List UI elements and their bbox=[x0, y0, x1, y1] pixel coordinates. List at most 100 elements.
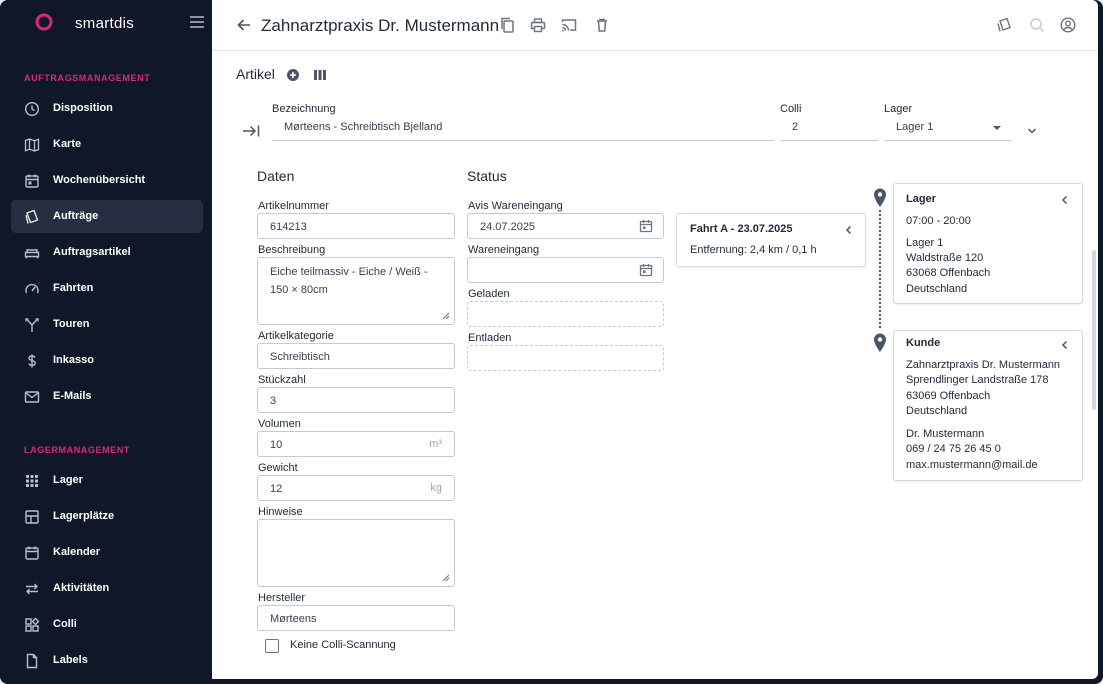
sidebar-item-inkasso[interactable]: Inkasso bbox=[11, 344, 203, 377]
gewicht-input[interactable]: 12 kg bbox=[257, 475, 455, 501]
sidebar-item-e-mails[interactable]: E-Mails bbox=[11, 380, 203, 413]
lager-name: Lager 1 bbox=[906, 237, 944, 249]
delete-icon[interactable] bbox=[594, 17, 610, 33]
bezeichnung-input[interactable]: Mørteens - Schreibtisch Bjelland bbox=[272, 117, 774, 141]
status-heading: Status bbox=[467, 168, 507, 184]
stueckzahl-label: Stückzahl bbox=[258, 374, 306, 386]
sidebar-item-label: Lagerplätze bbox=[53, 510, 115, 522]
sofa-icon bbox=[24, 249, 40, 259]
sidebar-item-label: Disposition bbox=[53, 102, 113, 114]
sidebar-item-label: Karte bbox=[53, 138, 82, 150]
sidebar-item-label: Fahrten bbox=[53, 282, 94, 294]
cast-icon[interactable] bbox=[561, 17, 577, 33]
kunde-card: Kunde Zahnarztpraxis Dr. Mustermann Spre… bbox=[893, 330, 1083, 481]
stueckzahl-input[interactable]: 3 bbox=[257, 387, 455, 413]
search-icon[interactable] bbox=[1029, 17, 1045, 33]
sidebar-item-label: E-Mails bbox=[53, 390, 92, 402]
app-window: smartdis AUFTRAGSMANAGEMENT Disposition … bbox=[0, 0, 1103, 684]
colli-input[interactable]: 2 bbox=[780, 117, 878, 141]
artikelnummer-label: Artikelnummer bbox=[258, 200, 329, 212]
colli-label: Colli bbox=[780, 103, 802, 115]
kunde-phone[interactable]: 069 / 24 75 26 45 0 bbox=[906, 442, 1001, 458]
calendar-icon[interactable] bbox=[639, 219, 653, 233]
wareneingang-label: Wareneingang bbox=[468, 244, 540, 256]
back-arrow-icon[interactable] bbox=[236, 17, 252, 33]
sidebar-item-karte[interactable]: Karte bbox=[11, 128, 203, 161]
collapse-arrow-icon[interactable] bbox=[242, 124, 260, 138]
brand: smartdis bbox=[0, 0, 212, 46]
orders-icon[interactable] bbox=[996, 17, 1012, 33]
copy-icon[interactable] bbox=[499, 17, 515, 33]
logo-icon bbox=[35, 13, 53, 31]
wareneingang-input[interactable] bbox=[467, 257, 664, 283]
sidebar-item-touren[interactable]: Touren bbox=[11, 308, 203, 341]
avis-wareneingang-value: 24.07.2025 bbox=[480, 221, 536, 233]
sidebar-item-label: Wochenübersicht bbox=[53, 174, 146, 186]
sidebar-item-lagerplaetze[interactable]: Lagerplätze bbox=[11, 500, 203, 533]
beschreibung-textarea[interactable]: Eiche teilmassiv - Eiche / Weiß - 150 × … bbox=[257, 257, 455, 325]
hersteller-input[interactable]: Mørteens bbox=[257, 605, 455, 631]
print-icon[interactable] bbox=[530, 17, 546, 33]
lager-card: Lager 07:00 - 20:00 Lager 1 Waldstraße 1… bbox=[893, 183, 1083, 304]
artikelkategorie-input[interactable]: Schreibtisch bbox=[257, 343, 455, 369]
volumen-input[interactable]: 10 m³ bbox=[257, 431, 455, 457]
beschreibung-label: Beschreibung bbox=[258, 244, 326, 256]
sidebar-item-auftragsartikel[interactable]: Auftragsartikel bbox=[11, 236, 203, 269]
geladen-field bbox=[467, 301, 664, 327]
artikelkategorie-label: Artikelkategorie bbox=[258, 330, 334, 342]
account-icon[interactable] bbox=[1060, 17, 1076, 33]
lager-label: Lager bbox=[884, 103, 913, 115]
grid-icon bbox=[26, 475, 38, 487]
map-icon bbox=[24, 138, 40, 152]
gewicht-value: 12 bbox=[270, 483, 283, 495]
columns-icon[interactable] bbox=[313, 69, 327, 81]
sidebar-item-label: Labels bbox=[53, 654, 88, 666]
chevron-left-icon[interactable] bbox=[1060, 195, 1070, 205]
chevron-down-icon[interactable] bbox=[1027, 126, 1037, 136]
sidebar-item-label: Colli bbox=[53, 618, 77, 630]
menu-icon[interactable] bbox=[190, 16, 204, 28]
kunde-email[interactable]: max.mustermann@mail.de bbox=[906, 458, 1038, 474]
mail-icon bbox=[24, 391, 40, 403]
kunde-contact: Dr. Mustermann bbox=[906, 428, 985, 440]
bezeichnung-label: Bezeichnung bbox=[272, 103, 336, 115]
sidebar-item-lager[interactable]: Lager bbox=[11, 464, 203, 497]
lager-select[interactable]: Lager 1 bbox=[884, 117, 1012, 141]
avis-wareneingang-input[interactable]: 24.07.2025 bbox=[467, 213, 664, 239]
keine-colli-checkbox[interactable] bbox=[265, 639, 279, 653]
sidebar-item-wochenuebersicht[interactable]: Wochenübersicht bbox=[11, 164, 203, 197]
scrollbar[interactable] bbox=[1092, 250, 1096, 410]
sidebar-item-label: Inkasso bbox=[53, 354, 94, 366]
sidebar-item-colli[interactable]: Colli bbox=[11, 608, 203, 641]
avis-wareneingang-label: Avis Wareneingang bbox=[468, 200, 563, 212]
hinweise-textarea[interactable] bbox=[257, 519, 455, 587]
calendar-icon[interactable] bbox=[639, 263, 653, 277]
layout-icon bbox=[25, 510, 39, 524]
sidebar-item-aktivitaeten[interactable]: Aktivitäten bbox=[11, 572, 203, 605]
geladen-label: Geladen bbox=[468, 288, 510, 300]
sidebar-item-fahrten[interactable]: Fahrten bbox=[11, 272, 203, 305]
clock-icon bbox=[24, 101, 40, 117]
resize-handle-icon[interactable] bbox=[442, 574, 450, 582]
location-pin-icon bbox=[874, 188, 886, 207]
speedometer-icon bbox=[25, 283, 39, 294]
gewicht-label: Gewicht bbox=[258, 462, 298, 474]
section-title-auftragsmanagement: AUFTRAGSMANAGEMENT bbox=[24, 73, 151, 83]
sidebar-item-label: Kalender bbox=[53, 546, 101, 558]
sidebar-item-auftraege[interactable]: Aufträge bbox=[11, 200, 203, 233]
add-circle-icon[interactable] bbox=[287, 69, 299, 81]
artikelnummer-input[interactable]: 614213 bbox=[257, 213, 455, 239]
kunde-street: Sprendlinger Landstraße 178 bbox=[906, 374, 1049, 386]
sidebar-item-labels[interactable]: Labels bbox=[11, 644, 203, 677]
lager-select-value: Lager 1 bbox=[896, 121, 934, 133]
artikel-heading: Artikel bbox=[236, 66, 275, 82]
sidebar-item-kalender[interactable]: Kalender bbox=[11, 536, 203, 569]
chevron-left-icon[interactable] bbox=[844, 225, 854, 235]
hinweise-label: Hinweise bbox=[258, 506, 303, 518]
sidebar-item-label: Touren bbox=[53, 318, 90, 330]
sidebar: smartdis AUFTRAGSMANAGEMENT Disposition … bbox=[0, 0, 212, 684]
lager-card-title: Lager bbox=[906, 193, 936, 205]
resize-handle-icon[interactable] bbox=[442, 312, 450, 320]
sidebar-item-disposition[interactable]: Disposition bbox=[11, 92, 203, 125]
chevron-left-icon[interactable] bbox=[1060, 340, 1070, 350]
